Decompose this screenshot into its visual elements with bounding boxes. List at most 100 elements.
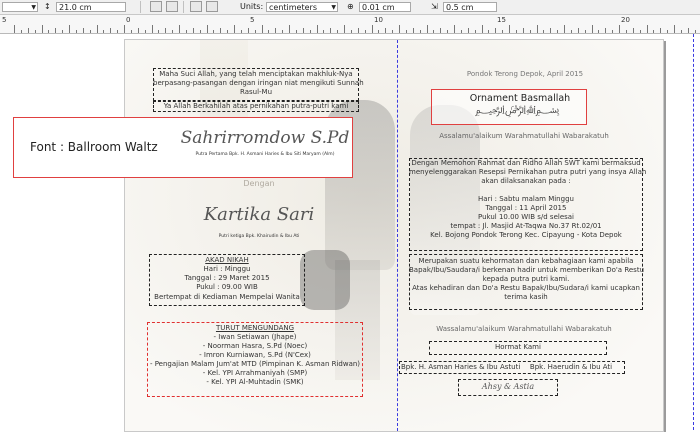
ruler-tick bbox=[495, 28, 496, 33]
invitation-page[interactable]: Maha Suci Allah, yang telah menciptakan … bbox=[124, 39, 664, 432]
ruler-tick bbox=[241, 30, 242, 33]
current-page-icon[interactable] bbox=[206, 1, 218, 12]
ruler-tick bbox=[103, 30, 104, 33]
turut-line: - Noorman Hasra, S.Pd (Noec) bbox=[202, 342, 308, 350]
units-value: centimeters bbox=[269, 3, 317, 12]
opening-line-3: Rasul-Mu bbox=[239, 88, 273, 96]
horizontal-ruler[interactable]: 5 0 5 10 15 20 bbox=[0, 15, 700, 34]
ruler-tick bbox=[138, 28, 139, 33]
ruler-tick bbox=[90, 30, 91, 33]
ruler-tick bbox=[502, 30, 503, 33]
turut-line: - Pengajian Malam Jum'at MTD (Pimpinan K… bbox=[149, 360, 361, 368]
ruler-tick bbox=[234, 25, 235, 33]
ruler-tick bbox=[626, 30, 627, 33]
ruler-tick bbox=[165, 28, 166, 33]
ruler-tick bbox=[523, 28, 524, 33]
closing-line: terima kasih bbox=[504, 293, 548, 301]
ruler-tick bbox=[14, 25, 15, 33]
ruler-tick bbox=[172, 30, 173, 33]
property-bar: ▼ ↕ 21.0 cm Units: centimeters ▼ ⊕ 0.01 c… bbox=[0, 0, 700, 15]
ruler-tick bbox=[578, 28, 579, 33]
akad-place: Bertempat di Kediaman Mempelai Wanita bbox=[154, 293, 300, 301]
ruler-tick bbox=[440, 28, 441, 33]
resepsi-line: Hari : Sabtu malam Minggu bbox=[478, 195, 574, 203]
portrait-icon[interactable] bbox=[150, 1, 162, 12]
height-value: 21.0 cm bbox=[59, 3, 92, 12]
ruler-tick bbox=[688, 28, 689, 33]
units-select[interactable]: centimeters ▼ bbox=[266, 2, 338, 12]
turut-line: - Kel. YPI Al-Muhtadin (SMK) bbox=[206, 378, 304, 386]
ruler-tick bbox=[550, 28, 551, 33]
akad-date: Tanggal : 29 Maret 2015 bbox=[184, 274, 270, 282]
ruler-tick bbox=[647, 25, 648, 33]
ruler-tick bbox=[516, 30, 517, 33]
ruler-tick bbox=[605, 28, 606, 33]
ruler-tick bbox=[303, 28, 304, 33]
units-label: Units: bbox=[240, 2, 264, 11]
ruler-tick bbox=[509, 25, 510, 33]
ruler-tick bbox=[399, 25, 400, 33]
ruler-tick bbox=[35, 30, 36, 33]
ruler-tick bbox=[124, 25, 125, 33]
ruler-tick bbox=[296, 30, 297, 33]
ruler-tick bbox=[447, 30, 448, 33]
nudge-value: 0.01 cm bbox=[362, 3, 395, 12]
ruler-tick bbox=[262, 25, 263, 33]
lock-ratio-icon[interactable]: ↕ bbox=[44, 2, 51, 12]
separator bbox=[140, 1, 141, 13]
ruler-tick bbox=[186, 30, 187, 33]
ruler-label: 10 bbox=[374, 16, 383, 24]
ruler-tick bbox=[110, 28, 111, 33]
ruler-tick bbox=[330, 28, 331, 33]
drawing-canvas[interactable]: Maha Suci Allah, yang telah menciptakan … bbox=[0, 34, 700, 432]
ruler-tick bbox=[200, 30, 201, 33]
ruler-tick bbox=[653, 30, 654, 33]
duplicate-distance-field[interactable]: 0.5 cm bbox=[443, 2, 497, 12]
ruler-tick bbox=[158, 30, 159, 33]
ruler-tick bbox=[612, 30, 613, 33]
turut-line: - Kel. YPI Arrahmaniyah (SMP) bbox=[202, 369, 308, 377]
ruler-tick bbox=[275, 28, 276, 33]
groom-name-overlay: Sahrirromdow S.Pd bbox=[180, 128, 350, 148]
ruler-tick bbox=[633, 28, 634, 33]
closing-line: Bapak/Ibu/Saudara/i berkenan hadir untuk… bbox=[409, 266, 645, 274]
bride-parents: Putri ketiga Bpk. Khairudin & Ibu Ati bbox=[218, 234, 300, 239]
all-pages-icon[interactable] bbox=[190, 1, 202, 12]
ruler-tick bbox=[48, 30, 49, 33]
ruler-tick bbox=[427, 25, 428, 33]
chevron-down-icon: ▼ bbox=[331, 4, 336, 11]
turut-title: TURUT MENGUNDANG bbox=[215, 324, 295, 332]
ruler-tick bbox=[62, 30, 63, 33]
turut-line: - Iwan Setiawan (Jhape) bbox=[213, 333, 297, 341]
ruler-label: 0 bbox=[126, 16, 131, 24]
nudge-field[interactable]: 0.01 cm bbox=[359, 2, 411, 12]
ruler-tick bbox=[660, 28, 661, 33]
intro-line: menyelenggarakan Resepsi Pernikahan putr… bbox=[409, 168, 647, 176]
ruler-tick bbox=[213, 30, 214, 33]
ruler-tick bbox=[282, 30, 283, 33]
akad-title: AKAD NIKAH bbox=[205, 256, 249, 264]
ruler-tick bbox=[358, 28, 359, 33]
closing-line: Merupakan suatu kehormatan dan kebahagia… bbox=[418, 257, 634, 265]
ruler-tick bbox=[475, 30, 476, 33]
resepsi-line: tempat : Jl. Masjid At-Taqwa No.37 Rt.02… bbox=[450, 222, 602, 230]
ruler-tick bbox=[351, 30, 352, 33]
width-field[interactable]: ▼ bbox=[2, 2, 38, 12]
ruler-tick bbox=[268, 30, 269, 33]
ruler-tick bbox=[55, 28, 56, 33]
dup-value: 0.5 cm bbox=[446, 3, 474, 12]
closing-line: Atas kehadiran dan Do'a Restu Bapak/Ibu/… bbox=[412, 284, 640, 292]
ruler-tick bbox=[598, 30, 599, 33]
ruler-tick bbox=[372, 25, 373, 33]
ruler-tick bbox=[69, 25, 70, 33]
font-note-label: Font : Ballroom Waltz bbox=[30, 140, 158, 154]
ruler-tick bbox=[557, 30, 558, 33]
ruler-tick bbox=[392, 30, 393, 33]
ruler-tick bbox=[537, 25, 538, 33]
intro-line: akan dilaksanakan pada : bbox=[481, 177, 571, 185]
ruler-tick bbox=[317, 25, 318, 33]
ruler-tick bbox=[323, 30, 324, 33]
family-right: Bpk. Haerudin & Ibu Ati bbox=[529, 363, 613, 371]
height-field[interactable]: 21.0 cm bbox=[56, 2, 126, 12]
landscape-icon[interactable] bbox=[166, 1, 178, 12]
